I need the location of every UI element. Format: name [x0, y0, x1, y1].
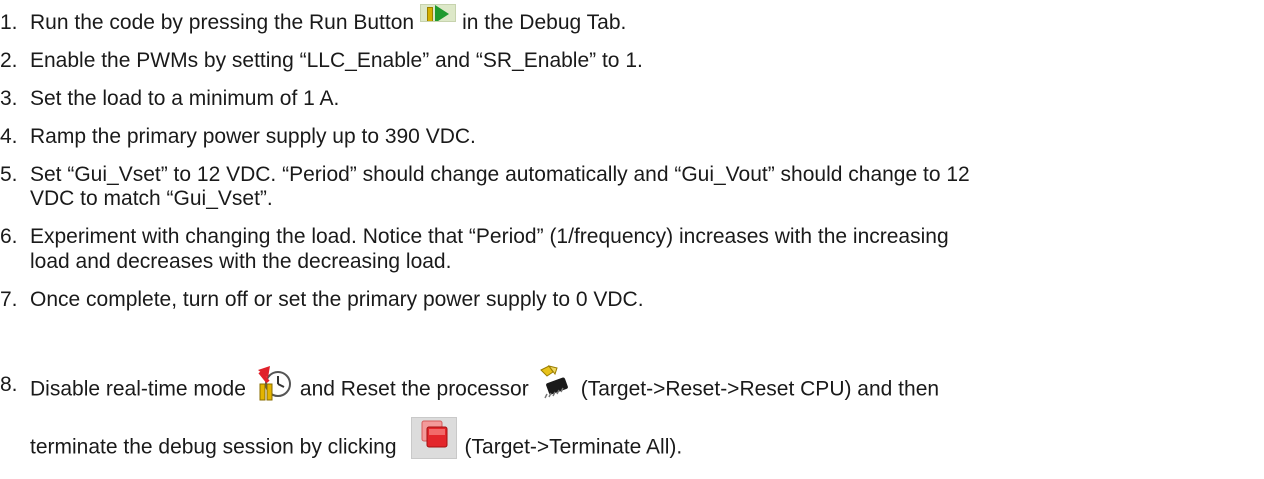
step-text: VDC to match “Gui_Vset”.	[30, 187, 273, 210]
step-text: Experiment with changing the load. Notic…	[30, 225, 949, 248]
step-text: in the Debug Tab.	[462, 11, 627, 34]
step-number: 5.	[0, 163, 18, 186]
step-text: terminate the debug session by clicking	[30, 435, 397, 459]
run-button-icon	[420, 4, 457, 23]
step-text: (Target->Terminate All).	[464, 435, 683, 459]
terminate-icon	[410, 417, 457, 459]
realtime-mode-icon	[256, 366, 292, 402]
step-number: 6.	[0, 225, 18, 248]
step-text: and Reset the processor	[299, 377, 529, 401]
step-number: 3.	[0, 87, 18, 110]
step-number: 4.	[0, 125, 18, 148]
step-text: Once complete, turn off or set the prima…	[30, 288, 644, 311]
step-text: Disable real-time mode	[30, 377, 246, 401]
step-text: Set “Gui_Vset” to 12 VDC. “Period” shoul…	[30, 163, 970, 186]
step-text: Set the load to a minimum of 1 A.	[30, 87, 340, 110]
step-text: (Target->Reset->Reset CPU) and then	[580, 377, 940, 401]
step-number: 1.	[0, 11, 18, 34]
reset-cpu-icon	[535, 364, 573, 400]
step-text: Run the code by pressing the Run Button	[30, 11, 415, 34]
step-text: Enable the PWMs by setting “LLC_Enable” …	[30, 49, 643, 72]
step-number: 2.	[0, 49, 18, 72]
step-text: load and decreases with the decreasing l…	[30, 250, 452, 273]
step-number: 8.	[0, 373, 18, 396]
step-number: 7.	[0, 288, 18, 311]
step-text: Ramp the primary power supply up to 390 …	[30, 125, 476, 148]
